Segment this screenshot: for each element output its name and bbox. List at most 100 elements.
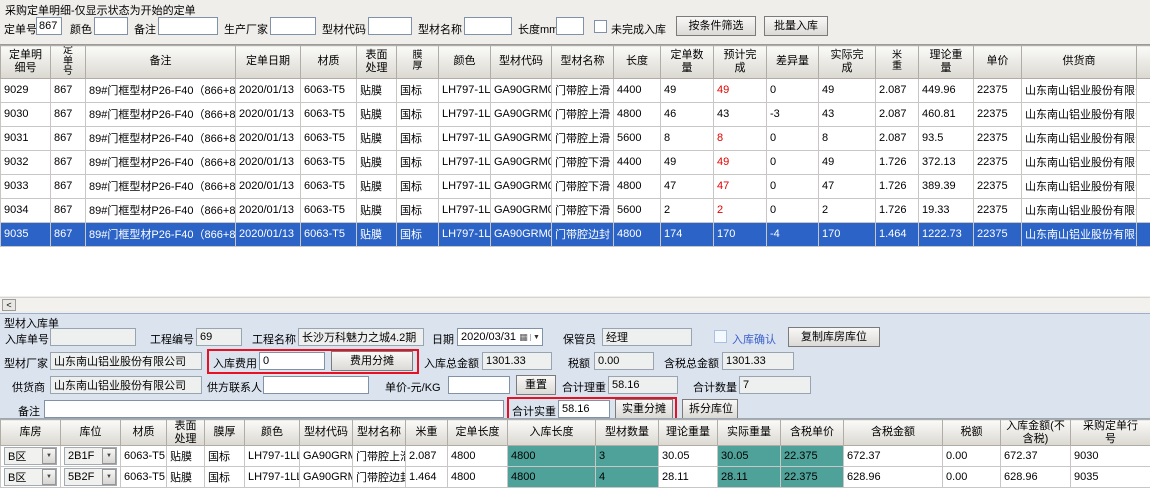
cell: 22375 [974,150,1022,174]
column-header: 采购定单行号 [1071,420,1150,446]
reset-button[interactable]: 重置 [516,375,556,395]
total-qty-input[interactable] [739,376,811,394]
actual-weight-allocate-button[interactable]: 实重分摊 [615,399,673,419]
supplier-contact-label: 供方联系人 [207,379,262,395]
tax-input[interactable] [594,352,654,370]
table-row[interactable]: 903286789#门框型材P26-F40（866+867）2020/01/13… [1,150,1150,174]
cell: LH797-1LL0 [245,446,300,467]
cell: 47 [819,174,876,198]
batch-inbound-button[interactable]: 批量入库 [764,16,828,36]
remark-input[interactable] [158,17,218,35]
cell: 2020/01/13 [236,174,301,198]
color-input[interactable] [94,17,128,35]
split-location-button[interactable]: 拆分库位 [682,399,738,419]
project-no-input[interactable] [196,328,242,346]
profile-name-input[interactable] [464,17,512,35]
length-input[interactable] [556,17,584,35]
column-header: 差异量 [767,46,819,79]
total-theory-weight-input[interactable] [608,376,678,394]
date-dropdown-icon[interactable]: ▼ [530,334,542,341]
table-row[interactable]: 903386789#门框型材P26-F40（866+867）2020/01/13… [1,174,1150,198]
column-header: 型材代码 [300,420,353,446]
cell: 国标 [397,174,439,198]
top-pane-title: 采购定单明细-仅显示状态为开始的定单 [5,2,196,18]
dropdown-arrow-icon[interactable]: ▼ [102,469,116,485]
column-header: 型材代码 [491,46,552,79]
cell: 门带腔上滑 [552,102,614,126]
inbound-fee-input[interactable] [259,352,325,370]
dropdown-arrow-icon[interactable]: ▼ [42,448,56,464]
table-row[interactable]: 903186789#门框型材P26-F40（866+867）2020/01/13… [1,126,1150,150]
cell: 8 [819,126,876,150]
table-row[interactable]: 903086789#门框型材P26-F40（866+867）2020/01/13… [1,102,1150,126]
cell: LH797-1LL0 [439,198,491,222]
manufacturer-input[interactable] [270,17,316,35]
table-row[interactable]: 902986789#门框型材P26-F40（866+867）2020/01/13… [1,78,1150,102]
cell [1137,222,1150,246]
inbound-confirm-checkbox[interactable] [714,330,727,343]
cell [1137,150,1150,174]
cell: -4 [767,222,819,246]
total-with-tax-label: 含税总金额 [664,355,719,371]
cell: 4800 [614,174,661,198]
table-row[interactable]: B区▼5B2F▼6063-T5贴膜国标LH797-1LL0GA90GRM05门带… [1,467,1150,488]
cell: 2020/01/13 [236,222,301,246]
date-value: 2020/03/31 [461,331,517,343]
cell: 47 [714,174,767,198]
cell: 867 [51,126,86,150]
warehouse-select[interactable]: B区▼ [1,446,61,467]
column-header: 实际完成 [819,46,876,79]
supplier-contact-input[interactable] [263,376,369,394]
cell: 372.13 [919,150,974,174]
cell: 9030 [1071,446,1150,467]
remark-input[interactable] [44,400,504,418]
cell [1137,198,1150,222]
combo-value: 2B1F [68,450,94,462]
column-header: 预计完成 [714,46,767,79]
profile-code-input[interactable] [368,17,412,35]
location-select[interactable]: 5B2F▼ [61,467,121,488]
dropdown-arrow-icon[interactable]: ▼ [102,448,116,464]
total-with-tax-input[interactable] [722,352,794,370]
cell: 9030 [1,102,51,126]
column-header: 型材名称 [353,420,406,446]
h-scrollbar[interactable]: < [0,297,1150,311]
cell: 贴膜 [167,467,205,488]
project-name-input[interactable] [298,328,424,346]
filter-by-condition-button[interactable]: 按条件筛选 [676,16,756,36]
cell: 2 [661,198,714,222]
factory-input[interactable] [50,352,202,370]
cell: 46 [661,102,714,126]
cell: 门带腔下滑 [552,150,614,174]
cell: 49 [661,78,714,102]
inbound-no-input[interactable] [50,328,136,346]
cell: 国标 [397,222,439,246]
cell: 6063-T5 [301,150,357,174]
dropdown-arrow-icon[interactable]: ▼ [42,469,56,485]
cell: GA90GRM03 [300,446,353,467]
total-actual-weight-input[interactable] [558,400,610,418]
supplier-input[interactable] [50,376,202,394]
inbound-total-input[interactable] [482,352,552,370]
copy-warehouse-location-button[interactable]: 复制库房库位 [788,327,880,347]
cell: GA90GRM03 [491,126,552,150]
unfinished-checkbox[interactable] [594,20,607,33]
project-name-label: 工程名称 [252,331,296,347]
cell: 贴膜 [357,78,397,102]
warehouse-select[interactable]: B区▼ [1,467,61,488]
order-no-input[interactable] [36,17,62,35]
table-row[interactable]: B区▼2B1F▼6063-T5贴膜国标LH797-1LL0GA90GRM03门带… [1,446,1150,467]
keeper-input[interactable] [602,328,692,346]
date-picker[interactable]: 2020/03/31 ▦ ▼ [457,328,543,346]
cell: 门带腔上滑 [353,446,406,467]
cell: GA90GRM03 [491,78,552,102]
table-row[interactable]: 903486789#门框型材P26-F40（866+867）2020/01/13… [1,198,1150,222]
fee-allocate-button[interactable]: 费用分摊 [331,351,413,371]
table-row[interactable]: 903586789#门框型材P26-F40（866+867）2020/01/13… [1,222,1150,246]
column-header: 定单号 [51,46,86,79]
remark-label: 备注 [18,403,40,419]
location-select[interactable]: 2B1F ▼ [61,446,121,467]
scroll-left-button[interactable]: < [2,299,16,311]
unit-price-input[interactable] [448,376,510,394]
purchase-order-pane: 采购定单明细-仅显示状态为开始的定单 定单号 颜色 备注 生产厂家 型材代码 型… [0,0,1150,313]
